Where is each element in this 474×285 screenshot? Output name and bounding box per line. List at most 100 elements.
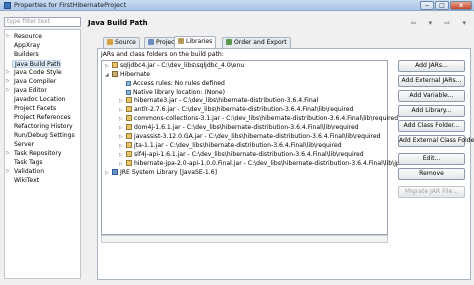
nav-item-label: Validation	[14, 168, 45, 175]
window-title: Properties for FirstHibernateProject	[14, 1, 126, 9]
expand-arrow-icon[interactable]: ◢	[105, 72, 112, 80]
expand-twisty-icon[interactable]: ▷	[6, 69, 10, 77]
tab-icon	[107, 39, 113, 45]
entry-label: Access rules: No rules defined	[133, 80, 225, 87]
nav-item-javadoc-location[interactable]: Javadoc Location	[14, 96, 66, 104]
expand-arrow-icon[interactable]: ▷	[105, 63, 112, 71]
classpath-entry[interactable]: ▷ hibernate3.jar - C:\dev_libs\hibernate-…	[119, 97, 318, 105]
nav-item-label: Project References	[14, 114, 71, 121]
nav-item-label: AppXray	[14, 42, 40, 49]
nav-item-label: Project Facets	[14, 105, 57, 112]
nav-item-project-references[interactable]: Project References	[14, 114, 71, 122]
tab-libraries[interactable]: Libraries	[174, 36, 217, 48]
entry-label: sqljdbc4.jar - C:\dev_libs\sqljdbc_4.0\e…	[120, 62, 245, 69]
expand-arrow-icon[interactable]: ▷	[119, 152, 126, 160]
expand-arrow-icon[interactable]: ▷	[119, 98, 126, 106]
nav-item-appxray[interactable]: AppXray	[14, 42, 40, 50]
classpath-entry[interactable]: ▷ antlr-2.7.6.jar - C:\dev_libs\hibernate…	[119, 106, 353, 114]
expand-arrow-icon[interactable]: ▷	[119, 125, 126, 133]
add-class-folder-button[interactable]: Add Class Folder...	[398, 120, 465, 132]
classpath-entry[interactable]: Access rules: No rules defined	[119, 80, 225, 88]
add-library-button[interactable]: Add Library...	[398, 105, 465, 117]
jar-icon	[126, 115, 132, 121]
nav-item-label: Java Code Style	[14, 69, 62, 76]
app-icon	[4, 2, 11, 9]
nav-item-java-code-style[interactable]: ▷ Java Code Style	[6, 69, 62, 77]
nav-item-refactoring-history[interactable]: Refactoring History	[14, 123, 73, 131]
nav-item-label: Resource	[14, 33, 42, 40]
jar-icon	[126, 124, 132, 130]
entry-label: JRE System Library [JavaSE-1.6]	[120, 169, 217, 176]
close-button[interactable]: x	[450, 1, 472, 10]
nav-item-label: Javadoc Location	[14, 96, 66, 103]
maximize-button[interactable]: □	[435, 1, 449, 10]
nav-item-java-build-path[interactable]: Java Build Path	[12, 60, 62, 68]
classpath-entry[interactable]: Native library location: (None)	[119, 89, 225, 97]
expand-arrow-icon[interactable]: ▷	[119, 161, 126, 169]
classpath-entry[interactable]: ▷ dom4j-1.6.1.jar - C:\dev_libs\hibernate…	[119, 124, 359, 132]
tab-icon	[148, 39, 154, 45]
add-external-jars-button[interactable]: Add External JARs...	[398, 75, 465, 87]
expand-arrow-icon[interactable]: ▷	[119, 116, 126, 124]
history-nav-arrows[interactable]: ⇦ ▾ ⇨ ▾	[405, 18, 471, 28]
page-title: Java Build Path	[88, 19, 148, 27]
nav-item-task-tags[interactable]: Task Tags	[14, 159, 43, 167]
expand-arrow-icon[interactable]: ▷	[119, 107, 126, 115]
tab-order-and-export[interactable]: Order and Export	[222, 37, 291, 48]
nav-item-project-facets[interactable]: Project Facets	[14, 105, 56, 113]
expand-twisty-icon[interactable]: ▷	[6, 78, 10, 86]
classpath-entry[interactable]: ▷ sqljdbc4.jar - C:\dev_libs\sqljdbc_4.0\…	[105, 62, 244, 70]
nav-item-validation[interactable]: ▷ Validation	[6, 168, 45, 176]
classpath-entry[interactable]: ▷ hibernate-jpa-2.0-api-1.0.0.Final.jar -…	[119, 160, 404, 168]
nav-item-label: Java Compiler	[14, 78, 57, 85]
expand-arrow-icon[interactable]: ▷	[105, 170, 112, 178]
nav-item-run-debug-settings[interactable]: Run/Debug Settings	[14, 132, 75, 140]
entry-label: hibernate3.jar - C:\dev_libs\hibernate-d…	[134, 97, 319, 104]
nav-item-label: Task Tags	[14, 159, 43, 166]
horizontal-scrollbar[interactable]	[101, 235, 388, 243]
remove-button[interactable]: Remove	[398, 168, 465, 180]
nav-item-label: Server	[14, 141, 34, 148]
nav-item-label: Task Repository	[14, 150, 62, 157]
jre-icon	[112, 169, 118, 175]
nav-item-wikitext[interactable]: WikiText	[14, 177, 39, 185]
nav-item-label: Refactoring History	[14, 123, 73, 130]
jar-icon	[126, 160, 132, 166]
classpath-entry[interactable]: ▷ jta-1.1.jar - C:\dev_libs\hibernate-dis…	[119, 142, 342, 150]
filter-input[interactable]: type filter text	[4, 17, 81, 27]
add-variable-button[interactable]: Add Variable...	[398, 90, 465, 102]
nav-item-server[interactable]: Server	[14, 141, 34, 149]
expand-twisty-icon[interactable]: ▷	[6, 33, 10, 41]
tab-source[interactable]: Source	[103, 37, 140, 48]
minimize-button[interactable]: −	[420, 1, 434, 10]
classpath-entry[interactable]: ▷ javassist-3.12.0.GA.jar - C:\dev_libs\h…	[119, 133, 381, 141]
edit-button[interactable]: Edit...	[398, 153, 465, 165]
nav-item-label: Java Editor	[14, 87, 47, 94]
jar-icon	[126, 97, 132, 103]
expand-arrow-icon[interactable]: ▷	[119, 134, 126, 142]
add-jars-button[interactable]: Add JARs...	[398, 60, 465, 72]
migrate-jar-file-button[interactable]: Migrate JAR File...	[398, 186, 465, 198]
tab-label: Libraries	[186, 38, 213, 45]
tab-label: Order and Export	[234, 39, 287, 46]
classpath-entry[interactable]: ▷ JRE System Library [JavaSE-1.6]	[105, 169, 217, 177]
expand-twisty-icon[interactable]: ▷	[6, 168, 10, 176]
entry-label: javassist-3.12.0.GA.jar - C:\dev_libs\hi…	[134, 133, 381, 140]
entry-label: Hibernate	[120, 71, 151, 78]
classpath-entry[interactable]: ◢ Hibernate	[105, 71, 150, 79]
jar-icon	[126, 106, 132, 112]
expand-twisty-icon[interactable]: ▷	[6, 87, 10, 95]
nav-item-resource[interactable]: ▷ Resource	[6, 33, 42, 41]
jar-icon	[126, 151, 132, 157]
expand-arrow-icon[interactable]: ▷	[119, 143, 126, 151]
nav-item-java-compiler[interactable]: ▷ Java Compiler	[6, 78, 57, 86]
classpath-entry[interactable]: ▷ slf4j-api-1.6.1.jar - C:\dev_libs\hiber…	[119, 151, 364, 159]
classpath-entry[interactable]: ▷ commons-collections-3.1.jar - C:\dev_li…	[119, 115, 398, 123]
add-external-class-folder-button[interactable]: Add External Class Folder...	[398, 135, 474, 147]
nav-item-task-repository[interactable]: ▷ Task Repository	[6, 150, 62, 158]
entry-label: dom4j-1.6.1.jar - C:\dev_libs\hibernate-…	[134, 124, 359, 131]
nav-item-builders[interactable]: Builders	[14, 51, 39, 59]
nav-item-java-editor[interactable]: ▷ Java Editor	[6, 87, 47, 95]
expand-twisty-icon[interactable]: ▷	[6, 150, 10, 158]
jar-icon	[126, 133, 132, 139]
